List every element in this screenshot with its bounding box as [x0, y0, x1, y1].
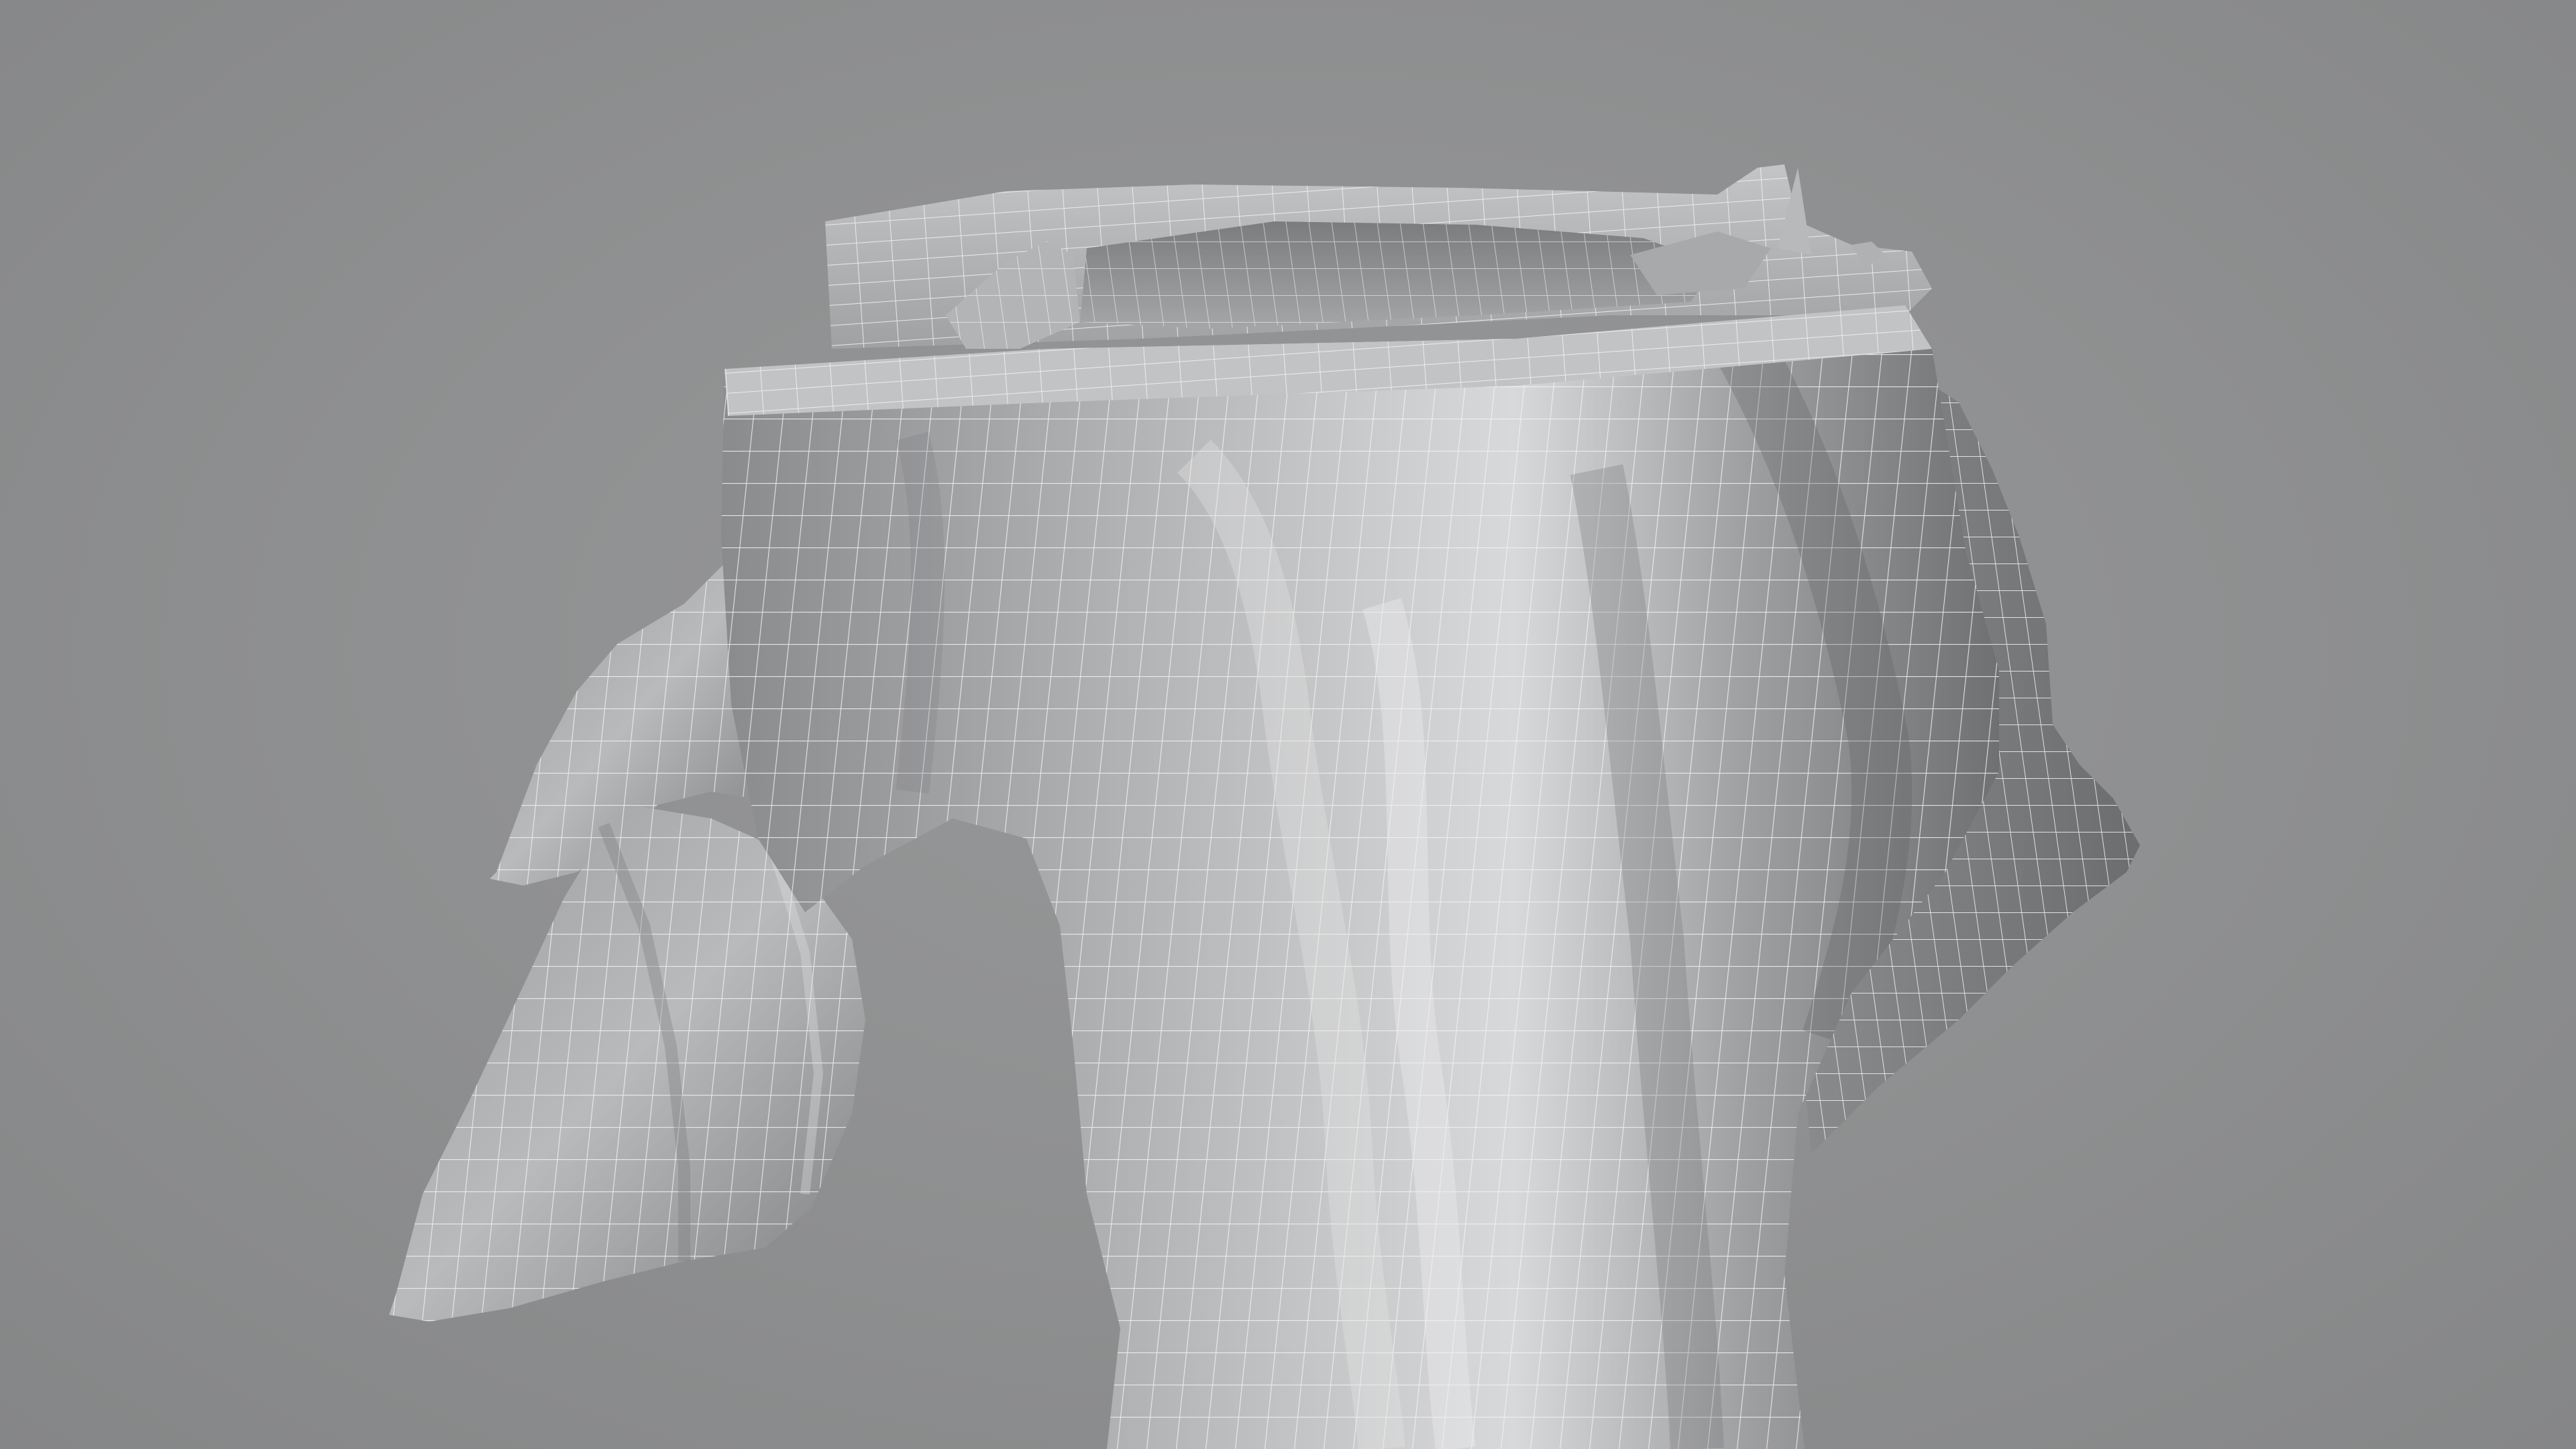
3d-viewport[interactable]: [0, 0, 2576, 1449]
stump-trunk: [721, 305, 1999, 1449]
mesh-render: [389, 164, 2140, 1449]
